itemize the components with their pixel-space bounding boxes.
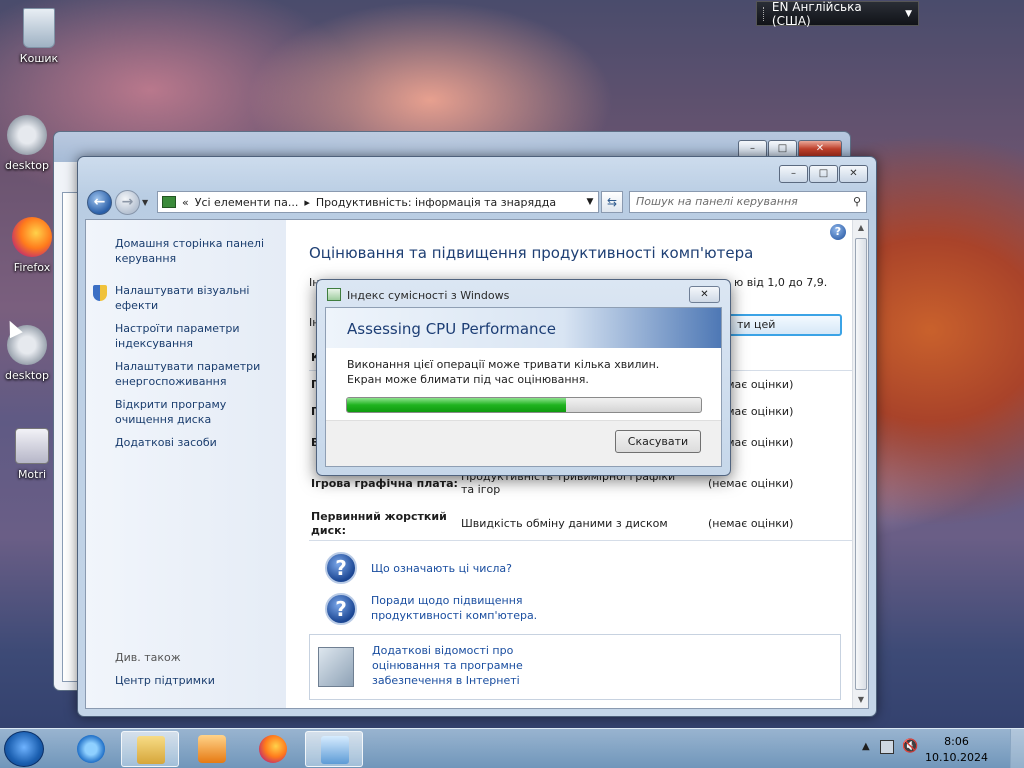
breadcrumb-separator-icon[interactable]: ▸ xyxy=(304,196,310,209)
link-performance-tips[interactable]: Поради щодо підвищення продуктивності ко… xyxy=(371,593,571,623)
refresh-button[interactable]: ⇆ xyxy=(601,191,623,213)
control-panel-icon xyxy=(321,736,349,764)
subscore-gaming-graphics: (немає оцінки) xyxy=(708,477,794,490)
search-icon[interactable]: ⚲ xyxy=(853,192,861,212)
scroll-down-icon[interactable]: ▼ xyxy=(853,692,868,708)
media-player-icon xyxy=(198,735,226,763)
show-desktop-button[interactable] xyxy=(1010,729,1024,768)
taskbar-explorer[interactable] xyxy=(121,731,179,767)
task-link-control-panel-home[interactable]: Домашня сторінка панелі керування xyxy=(115,236,275,266)
info-box: Додаткові відомості про оцінювання та пр… xyxy=(309,634,841,700)
chevron-up-icon[interactable]: ▲ xyxy=(862,741,870,752)
search-input[interactable]: Пошук на панелі керування ⚲ xyxy=(629,191,867,213)
clock-date: 10.10.2024 xyxy=(925,751,988,764)
task-link-power-settings[interactable]: Налаштувати параметри енергоспоживання xyxy=(115,359,275,389)
task-link-disk-cleanup[interactable]: Відкрити програму очищення диска xyxy=(115,397,275,427)
help-icon[interactable]: ? xyxy=(830,224,846,240)
breadcrumb-all-items[interactable]: Усі елементи па... xyxy=(195,196,299,209)
desktop-icon-recycle-bin[interactable]: Кошик xyxy=(4,8,74,65)
taskbar-control-panel[interactable] xyxy=(305,731,363,767)
progress-fill xyxy=(347,398,567,412)
breadcrumb-performance[interactable]: Продуктивність: інформація та знарядда xyxy=(316,196,556,209)
volume-muted-icon[interactable]: 🔇 xyxy=(902,739,918,754)
back-button[interactable]: ← xyxy=(87,190,112,215)
navigation-bar: ← → ▼ « Усі елементи па... ▸ Продуктивні… xyxy=(84,188,870,218)
grip-icon xyxy=(763,6,766,21)
system-tray: ▲ 🔇 8:06 10.10.2024 xyxy=(854,729,1024,768)
chevron-down-icon[interactable]: ▼ xyxy=(905,9,912,19)
maximize-button[interactable]: □ xyxy=(809,165,838,183)
taskbar: ▲ 🔇 8:06 10.10.2024 xyxy=(0,728,1024,768)
folder-icon xyxy=(137,736,165,764)
vertical-scrollbar[interactable]: ▲ ▼ xyxy=(852,220,868,708)
task-link-advanced-tools[interactable]: Додаткові засоби xyxy=(115,435,275,450)
minimize-button[interactable]: – xyxy=(779,165,808,183)
dialog-footer: Скасувати xyxy=(326,420,721,466)
forward-button[interactable]: → xyxy=(115,190,140,215)
close-button[interactable]: ✕ xyxy=(689,286,720,303)
control-panel-icon xyxy=(162,196,176,208)
software-box-icon xyxy=(318,647,354,687)
firefox-icon xyxy=(259,735,287,763)
search-placeholder: Пошук на панелі керування xyxy=(636,195,798,208)
question-icon: ? xyxy=(325,552,357,584)
question-icon: ? xyxy=(325,593,357,625)
page-title: Оцінювання та підвищення продуктивності … xyxy=(309,244,754,262)
progress-bar xyxy=(346,397,702,413)
task-link-action-center[interactable]: Центр підтримки xyxy=(115,673,275,688)
recycle-bin-icon xyxy=(23,8,55,48)
scroll-thumb[interactable] xyxy=(855,238,867,690)
motrix-icon xyxy=(15,428,49,464)
breadcrumb-overflow[interactable]: « xyxy=(182,196,189,209)
divider xyxy=(309,540,852,541)
taskbar-firefox[interactable] xyxy=(244,731,302,767)
row-label-gaming-graphics: Ігрова графічна плата: xyxy=(311,477,458,490)
task-link-indexing-options[interactable]: Настроїти параметри індексування xyxy=(115,321,275,351)
recent-pages-dropdown[interactable]: ▼ xyxy=(142,198,148,207)
uac-shield-icon xyxy=(93,285,107,301)
clock-time: 8:06 xyxy=(944,735,969,748)
gear-icon xyxy=(7,115,47,155)
language-bar[interactable]: EN Англійська (США) ▼ xyxy=(756,0,919,28)
row-label-primary-disk: Первинний жорсткий диск: xyxy=(311,510,447,537)
scroll-up-icon[interactable]: ▲ xyxy=(853,220,868,236)
close-button[interactable]: ✕ xyxy=(839,165,868,183)
task-link-visual-effects[interactable]: Налаштувати візуальні ефекти xyxy=(93,283,275,313)
link-what-numbers-mean[interactable]: Що означають ці числа? xyxy=(371,561,512,576)
caption-buttons: – □ ✕ xyxy=(779,165,868,183)
network-icon[interactable] xyxy=(880,740,894,754)
task-link-label: Налаштувати візуальні ефекти xyxy=(115,284,250,312)
dialog-message-line-1: Виконання цієї операції може тривати кіл… xyxy=(347,358,660,371)
assessment-dialog[interactable]: Індекс сумісності з Windows ✕ Assessing … xyxy=(316,279,731,476)
desktop-icon-label: Кошик xyxy=(19,52,59,65)
dialog-body: Assessing CPU Performance Виконання цієї… xyxy=(325,307,722,467)
language-label: EN Англійська (США) xyxy=(771,0,862,28)
start-button[interactable] xyxy=(4,731,44,767)
taskbar-ie[interactable] xyxy=(62,731,120,767)
dialog-message: Виконання цієї операції може тривати кіл… xyxy=(347,357,659,387)
rate-computer-button[interactable]: ти цей комп'ютер xyxy=(726,314,842,336)
address-bar[interactable]: « Усі елементи па... ▸ Продуктивність: і… xyxy=(157,191,599,213)
dialog-header: Assessing CPU Performance xyxy=(326,308,721,348)
cancel-button[interactable]: Скасувати xyxy=(615,430,701,453)
clock[interactable]: 8:06 10.10.2024 xyxy=(925,734,988,766)
task-pane: Домашня сторінка панелі керування Налашт… xyxy=(86,220,286,708)
subscore-primary-disk: (немає оцінки) xyxy=(708,517,794,530)
see-also-heading: Див. також xyxy=(115,651,181,664)
firefox-icon xyxy=(12,217,52,257)
component-primary-disk: Швидкість обміну даними з диском xyxy=(461,517,668,530)
dialog-title: Індекс сумісності з Windows xyxy=(347,289,510,302)
internet-explorer-icon xyxy=(77,735,105,763)
chevron-down-icon[interactable]: ▼ xyxy=(582,197,598,207)
link-online-info[interactable]: Додаткові відомості про оцінювання та пр… xyxy=(372,643,547,688)
taskbar-media-player[interactable] xyxy=(183,731,241,767)
score-range-text: ю від 1,0 до 7,9. xyxy=(734,276,828,289)
performance-icon xyxy=(327,288,341,301)
dialog-message-line-2: Екран може блимати під час оцінювання. xyxy=(347,373,589,386)
